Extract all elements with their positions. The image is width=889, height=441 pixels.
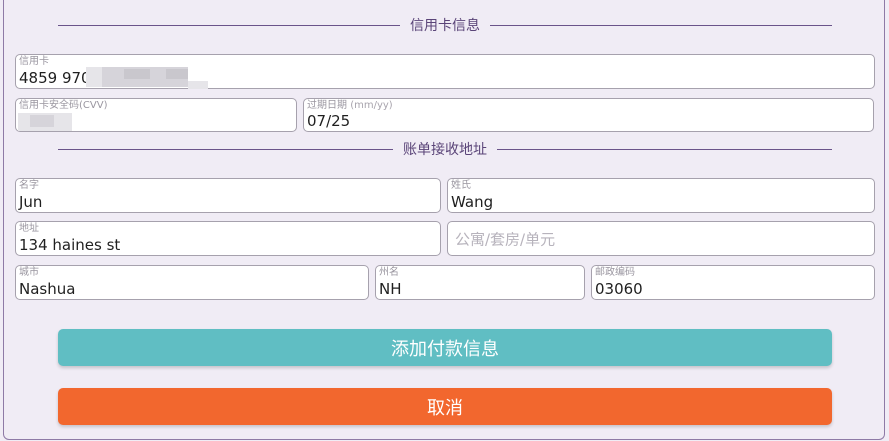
add-payment-button[interactable]: 添加付款信息: [58, 329, 832, 366]
cvv-label: 信用卡安全码(CVV): [19, 100, 108, 111]
address-field[interactable]: 地址 134 haines st: [15, 221, 441, 256]
divider-left: [58, 148, 393, 150]
redaction-mask: [30, 115, 54, 127]
billing-section-label: 账单接收地址: [403, 142, 487, 158]
first-name-value: Jun: [19, 193, 43, 211]
address-label: 地址: [19, 223, 39, 234]
redaction-mask: [188, 81, 208, 89]
card-number-field[interactable]: 信用卡 4859 970: [15, 54, 875, 89]
address-value: 134 haines st: [19, 236, 121, 254]
last-name-label: 姓氏: [451, 180, 471, 191]
expiry-label-text: 过期日期: [307, 100, 347, 111]
credit-card-section-label: 信用卡信息: [410, 18, 480, 34]
expiry-label-hint: (mm/yy): [350, 100, 393, 111]
expiry-field[interactable]: 过期日期 (mm/yy) 07/25: [303, 98, 874, 132]
divider-right: [497, 148, 832, 150]
last-name-value: Wang: [451, 193, 494, 211]
redaction-mask: [124, 69, 150, 79]
divider-right: [490, 24, 832, 26]
city-field[interactable]: 城市 Nashua: [15, 265, 369, 300]
first-name-field[interactable]: 名字 Jun: [15, 178, 441, 213]
apartment-field[interactable]: 公寓/套房/单元: [447, 221, 875, 256]
zip-label: 邮政编码: [595, 267, 635, 278]
card-number-value: 4859 970: [19, 69, 91, 87]
state-value: NH: [379, 280, 402, 298]
apartment-placeholder: 公寓/套房/单元: [455, 230, 556, 248]
zip-field[interactable]: 邮政编码 03060: [591, 265, 875, 300]
expiry-value: 07/25: [307, 112, 351, 130]
cvv-field[interactable]: 信用卡安全码(CVV): [15, 98, 297, 132]
credit-card-section-title: 信用卡信息: [58, 15, 832, 35]
zip-value: 03060: [595, 280, 643, 298]
city-value: Nashua: [19, 280, 76, 298]
expiry-label: 过期日期 (mm/yy): [307, 100, 393, 112]
state-label: 州名: [379, 267, 399, 278]
card-number-label: 信用卡: [19, 56, 49, 67]
state-field[interactable]: 州名 NH: [375, 265, 585, 300]
cancel-button[interactable]: 取消: [58, 388, 832, 425]
billing-section-title: 账单接收地址: [58, 139, 832, 159]
first-name-label: 名字: [19, 180, 39, 191]
last-name-field[interactable]: 姓氏 Wang: [447, 178, 875, 213]
divider-left: [58, 24, 400, 26]
redaction-mask: [166, 69, 188, 79]
city-label: 城市: [19, 267, 39, 278]
